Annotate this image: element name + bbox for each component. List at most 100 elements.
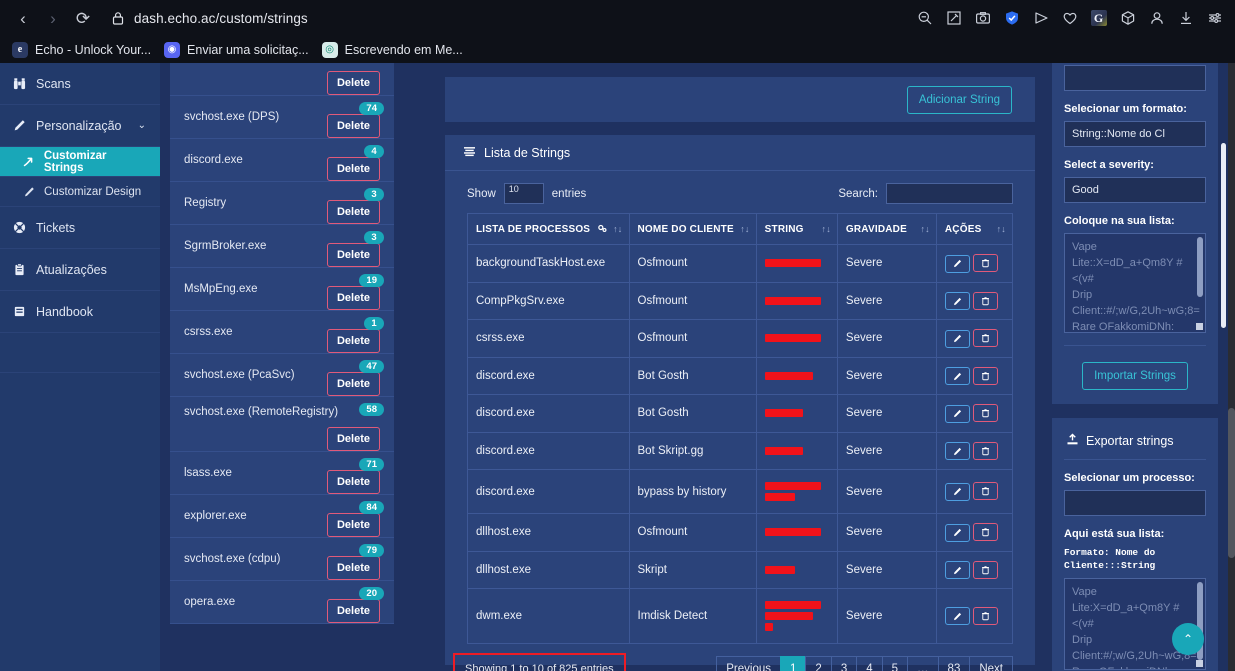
- process-delete-button[interactable]: Delete: [326, 71, 380, 95]
- extension-cube-icon[interactable]: [1113, 4, 1142, 33]
- delete-row-button[interactable]: [972, 254, 998, 272]
- process-select[interactable]: [1064, 490, 1206, 516]
- right-panel-scrollbar[interactable]: [1221, 143, 1226, 328]
- process-delete-button[interactable]: Delete: [326, 329, 380, 353]
- sidebar-item-customizar-strings[interactable]: Customizar Strings: [0, 147, 160, 177]
- import-strings-button[interactable]: Importar Strings: [1082, 362, 1188, 390]
- pagination-page-2[interactable]: 2: [805, 656, 831, 671]
- severity-select[interactable]: Good: [1064, 177, 1206, 203]
- redacted-string-bar: [764, 601, 821, 609]
- delete-row-button[interactable]: [972, 291, 998, 310]
- back-button[interactable]: ‹: [8, 3, 38, 33]
- reload-button[interactable]: ⟳: [68, 3, 98, 33]
- favorites-heart-icon[interactable]: [1055, 4, 1084, 33]
- delete-row-button[interactable]: [972, 482, 998, 501]
- pagination-page-1[interactable]: 1: [780, 656, 806, 671]
- collections-icon[interactable]: [939, 4, 968, 33]
- scroll-to-top-button[interactable]: ⌃: [1172, 623, 1204, 655]
- delete-row-button[interactable]: [972, 606, 998, 625]
- sidebar-item-atualizacoes[interactable]: Atualizações: [0, 249, 160, 291]
- sort-toggle-icon[interactable]: ↑↓: [822, 224, 831, 234]
- edit-row-button[interactable]: [944, 292, 970, 310]
- edit-row-button[interactable]: [944, 607, 970, 626]
- downloads-icon[interactable]: [1171, 4, 1200, 33]
- delete-row-button[interactable]: [972, 560, 998, 579]
- import-strings-textarea[interactable]: Vape Lite::X=dD_a+Qm8Y #<(v# Drip Client…: [1064, 233, 1206, 333]
- send-icon[interactable]: [1026, 4, 1055, 33]
- pagination-page-…[interactable]: …: [907, 656, 938, 671]
- delete-row-button[interactable]: [972, 329, 998, 347]
- format-select[interactable]: String::Nome do Cl: [1064, 121, 1206, 147]
- edit-row-button[interactable]: [944, 367, 970, 385]
- process-delete-button[interactable]: Delete: [326, 114, 380, 138]
- process-delete-button[interactable]: Delete: [326, 470, 380, 494]
- process-delete-button[interactable]: Delete: [326, 286, 380, 310]
- delete-row-button[interactable]: [972, 404, 998, 422]
- edit-row-button[interactable]: [944, 482, 970, 501]
- bookmark-discord[interactable]: ◉ Enviar uma solicitaç...: [162, 39, 320, 61]
- textarea-resize-handle[interactable]: [1196, 323, 1203, 330]
- top-text-input[interactable]: [1064, 65, 1206, 91]
- column-header-cliente[interactable]: NOME DO CLIENTE ↑↓: [628, 213, 757, 245]
- process-delete-button[interactable]: Delete: [326, 513, 380, 537]
- chevron-down-icon[interactable]: ⌄: [138, 120, 146, 131]
- search-input[interactable]: [886, 183, 1013, 204]
- delete-row-button[interactable]: [972, 366, 998, 385]
- clipboard-icon: [12, 263, 26, 276]
- pagination-page-3[interactable]: 3: [830, 656, 857, 671]
- sidebar-item-handbook[interactable]: Handbook: [0, 291, 160, 333]
- sidebar-item-scans[interactable]: Scans: [0, 63, 160, 105]
- process-delete-button[interactable]: Delete: [326, 157, 380, 181]
- add-string-button[interactable]: Adicionar String: [906, 85, 1012, 114]
- edit-row-button[interactable]: [944, 442, 970, 460]
- bookmark-chatgpt[interactable]: ◎ Escrevendo em Me...: [320, 39, 474, 61]
- sidebar-item-personalizacao[interactable]: Personalização ⌄: [0, 105, 160, 147]
- bookmark-echo[interactable]: e Echo - Unlock Your...: [10, 39, 162, 61]
- strings-table-head: LISTA DE PROCESSOS ↑↓ NOME DO CLIENTE ↑↓: [467, 213, 1014, 245]
- sort-toggle-icon[interactable]: ↑↓: [920, 224, 929, 234]
- sidebar-item-customizar-design[interactable]: Customizar Design: [0, 177, 160, 207]
- edit-row-button[interactable]: [944, 404, 970, 423]
- process-delete-button[interactable]: Delete: [326, 599, 380, 623]
- process-name: opera.exe: [184, 596, 236, 608]
- textarea-resize-handle[interactable]: [1196, 660, 1203, 667]
- shield-check-icon[interactable]: [997, 4, 1026, 33]
- textarea-scrollbar[interactable]: [1197, 237, 1203, 297]
- settings-sliders-icon[interactable]: [1200, 4, 1229, 33]
- sidebar-item-tickets[interactable]: Tickets: [0, 207, 160, 249]
- profile-icon[interactable]: [1142, 4, 1171, 33]
- column-header-gravidade[interactable]: GRAVIDADE ↑↓: [836, 213, 937, 245]
- delete-row-button[interactable]: [972, 523, 998, 541]
- sort-toggle-icon[interactable]: ↑↓: [740, 224, 749, 234]
- pagination-next[interactable]: Next: [969, 656, 1013, 671]
- zoom-out-icon[interactable]: [910, 4, 939, 33]
- pagination-page-83[interactable]: 83: [937, 656, 970, 671]
- process-delete-button[interactable]: Delete: [326, 243, 380, 267]
- process-delete-button[interactable]: Delete: [326, 427, 380, 451]
- process-delete-button[interactable]: Delete: [326, 556, 380, 580]
- forward-button[interactable]: ›: [38, 3, 68, 33]
- process-delete-button[interactable]: Delete: [326, 200, 380, 224]
- entries-per-page-select[interactable]: 10: [503, 183, 544, 204]
- page-scrollbar-thumb[interactable]: [1228, 408, 1235, 558]
- edit-row-button[interactable]: [944, 523, 970, 542]
- screenshot-icon[interactable]: [968, 4, 997, 33]
- delete-row-button[interactable]: [972, 441, 998, 460]
- column-header-processos[interactable]: LISTA DE PROCESSOS ↑↓: [467, 213, 630, 245]
- pagination-page-5[interactable]: 5: [881, 656, 908, 671]
- page-scrollbar-track[interactable]: [1228, 63, 1235, 671]
- grammarly-icon[interactable]: G: [1084, 4, 1113, 33]
- pagination-page-4[interactable]: 4: [856, 656, 882, 671]
- column-header-acoes[interactable]: AÇÕES ↑↓: [935, 213, 1014, 245]
- edit-row-button[interactable]: [944, 329, 970, 348]
- edit-row-button[interactable]: [944, 254, 970, 273]
- sort-toggle-icon[interactable]: ↑↓: [997, 224, 1006, 234]
- gear-icon[interactable]: [597, 224, 607, 235]
- pagination-previous[interactable]: Previous: [716, 656, 781, 671]
- edit-row-button[interactable]: [944, 561, 970, 579]
- process-delete-button[interactable]: Delete: [326, 372, 380, 396]
- address-bar[interactable]: dash.echo.ac/custom/strings: [134, 11, 308, 26]
- column-header-string[interactable]: STRING ↑↓: [755, 213, 838, 245]
- cell-severity: Severe: [836, 469, 937, 514]
- sort-toggle-icon[interactable]: ↑↓: [613, 224, 622, 234]
